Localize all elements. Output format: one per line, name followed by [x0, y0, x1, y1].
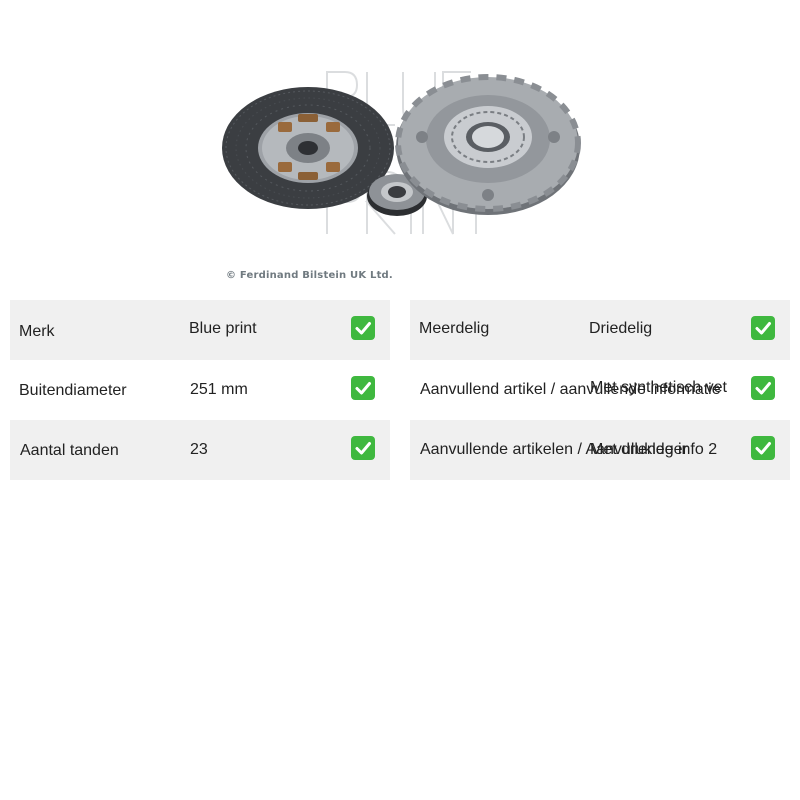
spec-value: 23: [190, 441, 208, 458]
spec-table-left: Merk Blue print Buitendiameter 251 mm Aa…: [10, 300, 390, 480]
check-mark-icon: [751, 376, 775, 400]
spec-key: Buitendiameter: [19, 382, 127, 399]
spec-table-right: Meerdelig Driedelig Aanvullend artikel /…: [410, 300, 790, 480]
spec-row-brand: Merk Blue print: [10, 300, 390, 360]
image-copyright: © Ferdinand Bilstein UK Ltd.: [226, 270, 393, 281]
spec-row-outer-diameter: Buitendiameter 251 mm: [10, 360, 390, 420]
spec-value: Met drukleger: [590, 441, 688, 458]
check-mark-icon: [351, 376, 375, 400]
spec-row-multipart: Meerdelig Driedelig: [410, 300, 790, 360]
spec-value: Driedelig: [589, 320, 653, 337]
pressure-plate: [395, 74, 581, 215]
check-mark-icon: [751, 316, 775, 340]
spec-value: Met synthetisch vet: [590, 379, 727, 396]
check-mark-icon: [351, 436, 375, 460]
check-mark-icon: [351, 316, 375, 340]
product-image: [215, 60, 585, 290]
spec-row-additional-info: Aanvullend artikel / aanvullende informa…: [410, 360, 790, 420]
check-mark-icon: [751, 436, 775, 460]
spec-key: Meerdelig: [419, 320, 490, 337]
spec-key: Merk: [19, 323, 55, 340]
spec-row-additional-info-2: Aanvullende artikelen / Aanvullende info…: [410, 420, 790, 480]
spec-row-tooth-count: Aantal tanden 23: [10, 420, 390, 480]
spec-value: Blue print: [189, 320, 257, 337]
spec-value: 251 mm: [190, 381, 248, 398]
clutch-kit-image: [222, 71, 581, 235]
spec-key: Aantal tanden: [20, 442, 119, 459]
